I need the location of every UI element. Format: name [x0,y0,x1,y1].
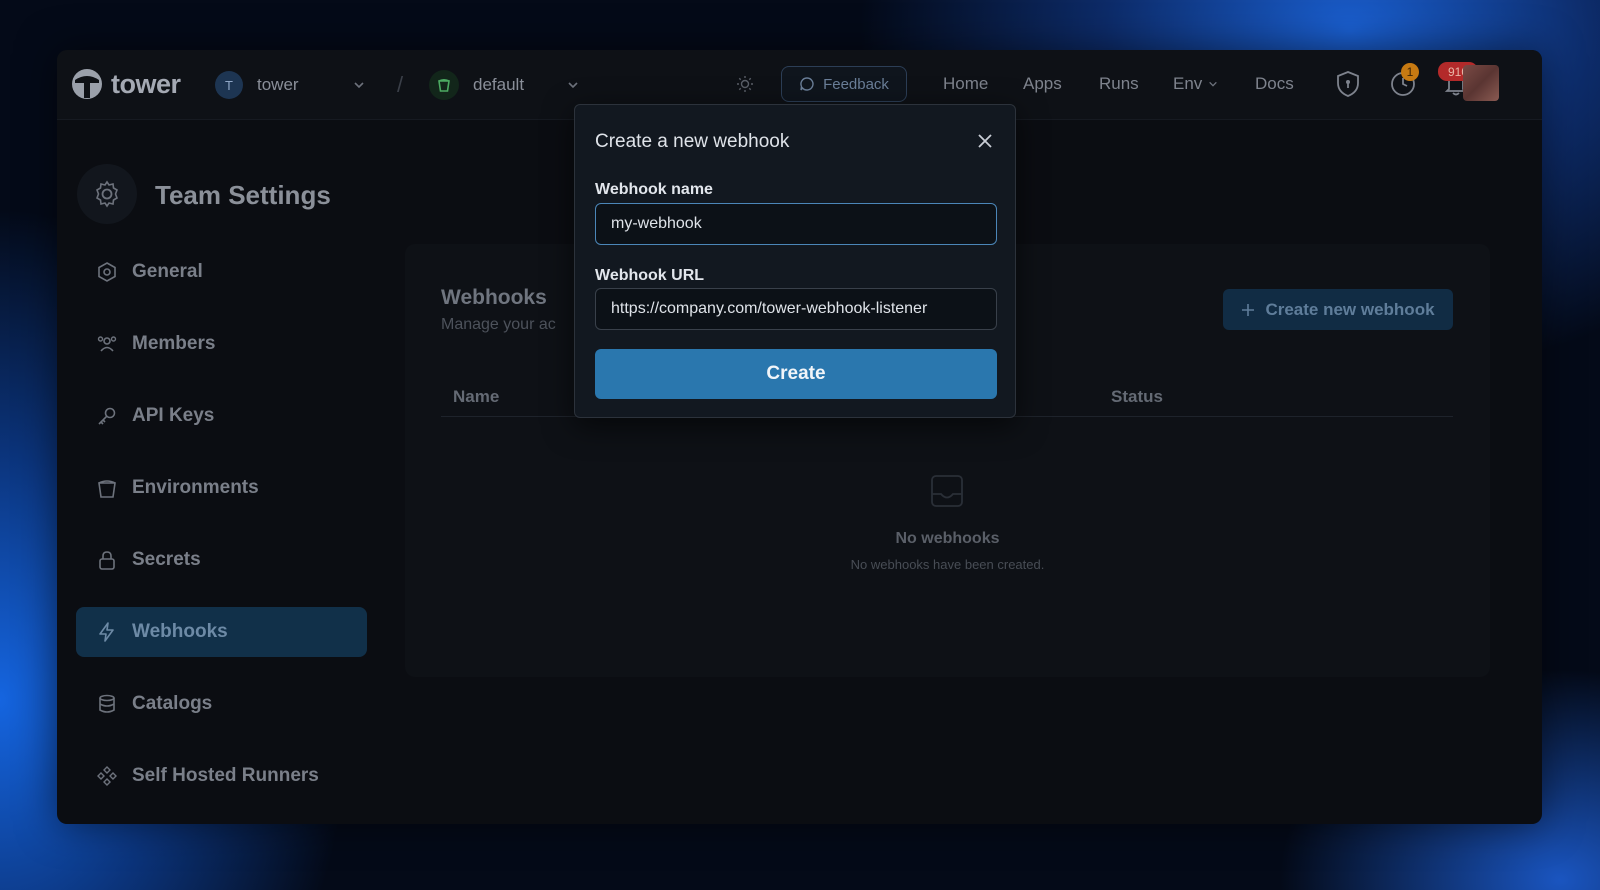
chevron-down-icon [1209,81,1218,87]
breadcrumb-separator: / [397,72,404,97]
empty-state-subtitle: No webhooks have been created. [850,557,1045,572]
nav-apps[interactable]: Apps [1023,74,1062,94]
sidebar-item-label: Webhooks [132,621,228,642]
sidebar-item-environments[interactable]: Environments [76,463,367,513]
nav-env-dropdown[interactable]: Env [1173,74,1218,94]
sidebar-item-members[interactable]: Members [76,319,367,369]
settings-header-icon [77,164,137,224]
sidebar-item-catalogs[interactable]: Catalogs [76,679,367,729]
sidebar-item-label: API Keys [132,405,215,426]
empty-state-icon [930,474,964,513]
column-header-name[interactable]: Name [453,387,499,407]
webhook-name-input[interactable] [595,203,997,245]
sidebar-item-label: Environments [132,477,259,498]
team-name: tower [257,75,299,94]
security-button[interactable] [1335,70,1361,103]
environment-name: default [473,75,525,94]
feedback-button[interactable]: Feedback [781,66,907,102]
sun-icon [737,76,753,92]
users-icon [97,336,117,352]
team-selector[interactable]: T tower [205,64,375,106]
column-header-status[interactable]: Status [1111,387,1163,407]
close-button[interactable] [975,131,995,156]
bolt-icon [99,622,114,642]
create-new-webhook-label: Create new webhook [1265,299,1435,319]
shield-icon [1337,71,1359,97]
chevron-down-icon [568,82,578,89]
sidebar-item-label: Members [132,333,216,354]
chat-bubble-icon [800,77,814,91]
sidebar-item-general[interactable]: General [76,247,367,297]
nav-env-label: Env [1173,74,1203,93]
feedback-label: Feedback [823,75,889,93]
sidebar-item-api-keys[interactable]: API Keys [76,391,367,441]
create-webhook-dialog: Create a new webhook Webhook name Webhoo… [574,104,1016,418]
lock-icon [99,551,115,570]
dialog-title: Create a new webhook [595,131,790,152]
logo-text: tower [111,68,181,99]
page-title: Team Settings [155,180,331,210]
environment-selector[interactable]: default [419,64,589,106]
database-icon [99,694,115,713]
gear-icon [96,180,118,208]
nav-home[interactable]: Home [943,74,988,94]
theme-toggle[interactable] [735,74,755,99]
webhook-url-label: Webhook URL [595,267,705,284]
chevron-down-icon [354,82,364,89]
webhook-name-label: Webhook name [595,181,713,198]
sidebar-item-label: General [132,261,203,282]
section-title: Webhooks [441,286,547,309]
environment-icon [429,70,459,100]
team-avatar: T [215,71,243,99]
sidebar-item-label: Secrets [132,549,201,570]
runs-history-button[interactable]: 1 [1389,63,1419,103]
tower-logo-icon [72,69,102,99]
bucket-icon [98,480,116,498]
user-avatar[interactable] [1463,65,1499,101]
close-icon [978,134,992,148]
plus-icon [1242,303,1255,316]
sidebar-item-webhooks[interactable]: Webhooks [76,607,367,657]
runs-badge: 1 [1401,63,1419,81]
nav-runs[interactable]: Runs [1099,74,1139,94]
diamond-grid-icon [97,766,117,786]
logo[interactable]: tower [71,68,181,100]
create-button[interactable]: Create [595,349,997,399]
section-subtitle: Manage your ac [441,316,556,333]
sidebar-item-label: Catalogs [132,693,213,714]
key-icon [98,407,116,425]
sidebar-item-secrets[interactable]: Secrets [76,535,367,585]
webhook-url-input[interactable] [595,288,997,330]
nav-docs[interactable]: Docs [1255,74,1294,94]
create-new-webhook-button[interactable]: Create new webhook [1223,289,1453,330]
sidebar-item-self-hosted-runners[interactable]: Self Hosted Runners [76,751,367,801]
empty-state-title: No webhooks [895,530,1000,547]
inbox-icon [931,475,963,507]
sidebar-item-label: Self Hosted Runners [132,765,319,786]
hexagon-gear-icon [98,262,116,282]
